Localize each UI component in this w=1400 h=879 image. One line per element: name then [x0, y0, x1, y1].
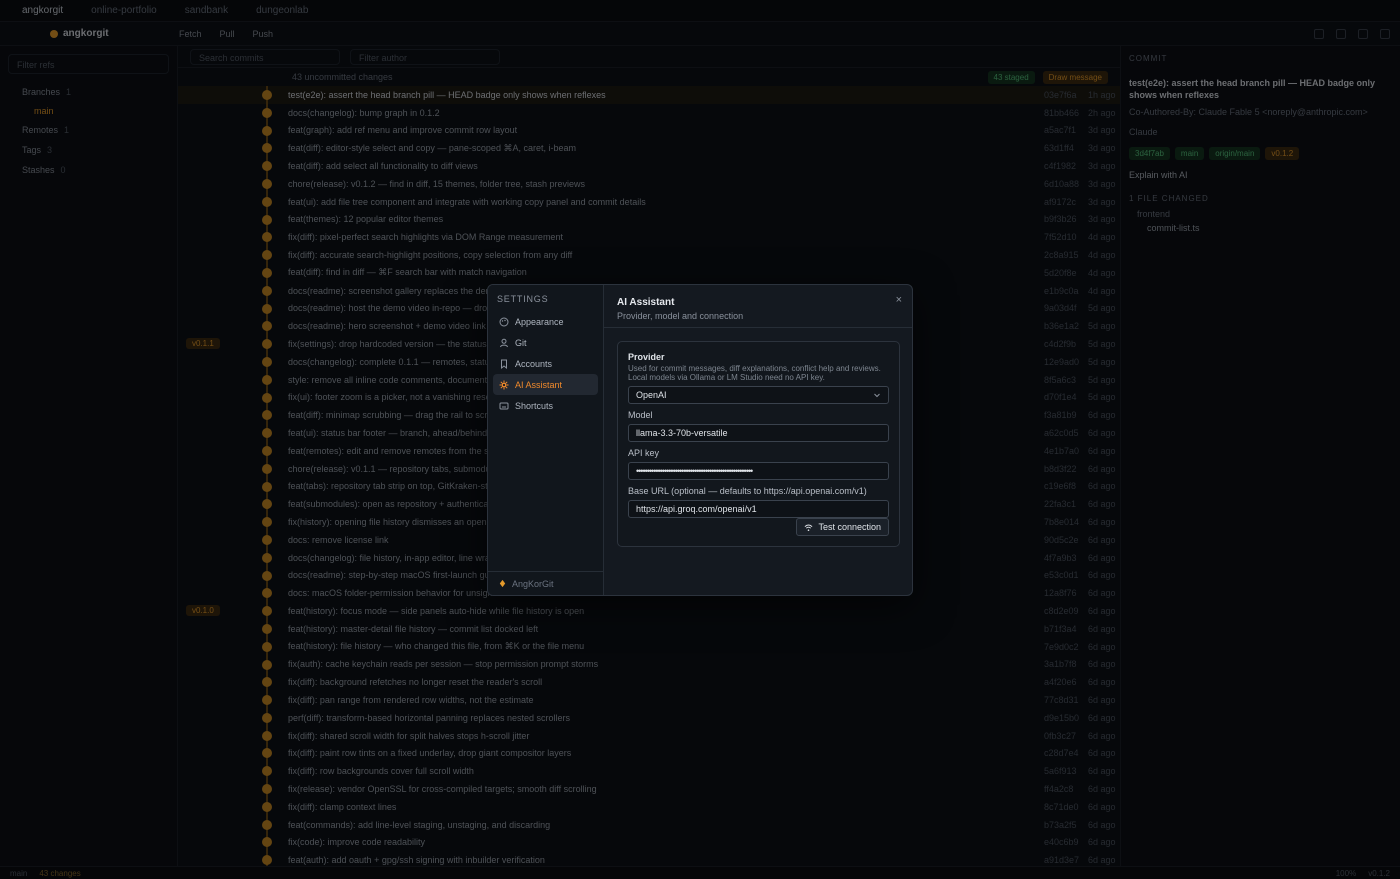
app-logo-icon [499, 579, 506, 588]
chevron-down-icon [874, 393, 880, 398]
settings-nav-shortcuts[interactable]: Shortcuts [493, 395, 598, 416]
test-connection-button[interactable]: Test connection [796, 518, 889, 536]
api-key-label: API key [628, 448, 660, 458]
settings-nav-appearance[interactable]: Appearance [493, 311, 598, 332]
settings-sidebar: SETTINGS Appearance Git Accounts AI Assi… [488, 285, 604, 595]
base-url-input[interactable]: https://api.groq.com/openai/v1 [628, 500, 889, 518]
settings-nav-accounts[interactable]: Accounts [493, 353, 598, 374]
settings-footer: AngKorGit [488, 571, 604, 595]
provider-help-text: Used for commit messages, diff explanati… [628, 364, 881, 382]
panel-subtitle: Provider, model and connection [617, 311, 744, 321]
settings-nav-git[interactable]: Git [493, 332, 598, 353]
model-label: Model [628, 410, 653, 420]
nav-label: Appearance [515, 316, 564, 327]
user-icon [500, 338, 508, 347]
base-url-label: Base URL (optional — defaults to https:/… [628, 486, 867, 496]
provider-label: Provider [628, 352, 665, 362]
settings-dialog: SETTINGS Appearance Git Accounts AI Assi… [487, 284, 913, 596]
keyboard-icon [499, 402, 509, 409]
nav-label: Accounts [515, 358, 553, 369]
settings-header: AI Assistant Provider, model and connect… [604, 285, 912, 328]
nav-label: Shortcuts [515, 400, 554, 411]
nav-label: Git [515, 337, 527, 348]
brand-name: AngKorGit [512, 578, 554, 589]
provider-value: OpenAI [636, 390, 667, 400]
test-connection-label: Test connection [818, 522, 881, 532]
close-icon[interactable]: × [896, 294, 902, 306]
bookmark-icon [501, 359, 507, 369]
sparkle-icon [499, 380, 509, 389]
nav-label: AI Assistant [515, 379, 563, 390]
provider-card: Provider Used for commit messages, diff … [617, 341, 900, 547]
wifi-icon [805, 524, 813, 531]
settings-title: SETTINGS [497, 294, 549, 304]
provider-select[interactable]: OpenAI [628, 386, 889, 404]
palette-icon [499, 317, 509, 326]
model-input[interactable]: llama-3.3-70b-versatile [628, 424, 889, 442]
api-key-input[interactable]: ••••••••••••••••••••••••••••••••••••••••… [628, 462, 889, 480]
panel-title: AI Assistant [617, 297, 675, 308]
settings-nav-ai-assistant[interactable]: AI Assistant [493, 374, 598, 395]
